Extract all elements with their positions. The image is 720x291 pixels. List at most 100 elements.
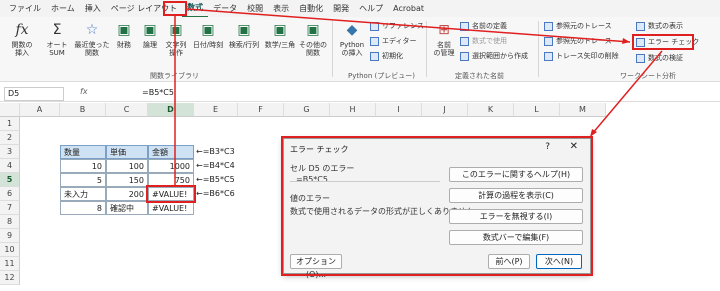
menu-insert[interactable]: 挿入 xyxy=(80,0,106,17)
col-header-h[interactable]: H xyxy=(330,103,376,117)
cell-d6[interactable]: #VALUE! xyxy=(148,201,194,215)
trace-precedents-button[interactable]: 参照元のトレース xyxy=(544,21,612,31)
py-init-label: 初期化 xyxy=(382,52,403,60)
show-formulas-icon xyxy=(636,21,645,31)
editor-icon xyxy=(370,36,379,46)
row-header-9[interactable]: 9 xyxy=(0,229,20,243)
col-header-g[interactable]: G xyxy=(284,103,330,117)
fx-label[interactable]: fx xyxy=(80,87,88,96)
cell-c6[interactable]: 確認中 xyxy=(106,201,148,215)
math-label: 数学/三角 xyxy=(264,41,296,49)
col-header-d[interactable]: D xyxy=(148,103,194,117)
python-reference-button[interactable]: リファレンス xyxy=(370,21,424,31)
row-header-7[interactable]: 7 xyxy=(0,201,20,215)
python-init-button[interactable]: 初期化 xyxy=(370,51,403,61)
cell-c4[interactable]: 150 xyxy=(106,173,148,187)
evaluate-formula-button[interactable]: 数式の検証 xyxy=(636,53,683,63)
row-header-6[interactable]: 6 xyxy=(0,187,20,201)
menu-file[interactable]: ファイル xyxy=(4,0,46,17)
autosum-button[interactable]: Σ オート SUM xyxy=(42,21,72,57)
header-price[interactable]: 単価 xyxy=(106,145,148,159)
col-header-k[interactable]: K xyxy=(468,103,514,117)
row-header-3[interactable]: 3 xyxy=(0,145,20,159)
menu-help[interactable]: ヘルプ xyxy=(354,0,388,17)
create-from-selection-button[interactable]: 選択範囲から作成 xyxy=(460,51,528,61)
cell-b5[interactable]: 未入力 xyxy=(60,187,106,201)
col-header-a[interactable]: A xyxy=(20,103,60,117)
create-from-selection-icon xyxy=(460,51,469,61)
insert-function-button[interactable]: fx 関数の 挿入 xyxy=(8,21,36,57)
trace-dependents-icon xyxy=(544,36,553,46)
select-all-corner[interactable] xyxy=(0,103,20,117)
book-icon-date: ▣ xyxy=(201,22,215,38)
tag-icon: ⊞ xyxy=(438,22,450,38)
col-header-m[interactable]: M xyxy=(560,103,606,117)
cell-c5[interactable]: 200 xyxy=(106,187,148,201)
note-d3: ←=B3*C3 xyxy=(196,147,235,156)
other-functions-button[interactable]: ▣ その他の 関数 xyxy=(298,21,328,57)
row-header-1[interactable]: 1 xyxy=(0,117,20,131)
menu-view[interactable]: 表示 xyxy=(268,0,294,17)
cell-c3[interactable]: 100 xyxy=(106,159,148,173)
menu-home[interactable]: ホーム xyxy=(46,0,80,17)
group-python-label: Python (プレビュー) xyxy=(348,72,415,80)
col-header-j[interactable]: J xyxy=(422,103,468,117)
remove-arrows-button[interactable]: トレース矢印の削除 xyxy=(544,51,619,61)
row-header-2[interactable]: 2 xyxy=(0,131,20,145)
recent-functions-button[interactable]: ☆ 最近使った 関数 xyxy=(74,21,110,57)
dialog-highlight xyxy=(281,136,593,276)
show-formulas-button[interactable]: 数式の表示 xyxy=(636,21,683,31)
menu-review[interactable]: 校閲 xyxy=(242,0,268,17)
text-button[interactable]: ▣ 文字列 操作 xyxy=(162,21,190,57)
cell-b6[interactable]: 8 xyxy=(60,201,106,215)
remove-arrows-label: トレース矢印の削除 xyxy=(556,52,619,60)
menu-developer[interactable]: 開発 xyxy=(328,0,354,17)
lookup-label: 検索/行列 xyxy=(228,41,260,49)
python-insert-button[interactable]: ◆ Python の挿入 xyxy=(336,21,368,57)
create-from-selection-label: 選択範囲から作成 xyxy=(472,52,528,60)
menu-acrobat[interactable]: Acrobat xyxy=(388,0,429,17)
use-in-formula-label: 数式で使用 xyxy=(472,37,507,45)
define-name-button[interactable]: 名前の定義 xyxy=(460,21,507,31)
financial-button[interactable]: ▣ 財務 xyxy=(112,21,136,49)
trace-dependents-button[interactable]: 参照先のトレース xyxy=(544,36,612,46)
py-ref-label: リファレンス xyxy=(382,22,424,30)
col-header-l[interactable]: L xyxy=(514,103,560,117)
col-header-f[interactable]: F xyxy=(238,103,284,117)
reference-icon xyxy=(370,21,379,31)
col-header-e[interactable]: E xyxy=(194,103,238,117)
python-editor-button[interactable]: エディター xyxy=(370,36,417,46)
row-header-10[interactable]: 10 xyxy=(0,243,20,257)
recent-label: 最近使った 関数 xyxy=(74,41,110,57)
insert-function-label: 関数の 挿入 xyxy=(11,41,33,57)
remove-arrows-icon xyxy=(544,51,553,61)
book-icon-other: ▣ xyxy=(306,22,320,38)
col-header-i[interactable]: I xyxy=(376,103,422,117)
cell-d3[interactable]: 1000 xyxy=(148,159,194,173)
header-qty[interactable]: 数量 xyxy=(60,145,106,159)
col-header-b[interactable]: B xyxy=(60,103,106,117)
row-header-5[interactable]: 5 xyxy=(0,173,20,187)
evaluate-formula-label: 数式の検証 xyxy=(648,54,683,62)
row-header-8[interactable]: 8 xyxy=(0,215,20,229)
menu-data[interactable]: データ xyxy=(208,0,242,17)
col-header-c[interactable]: C xyxy=(106,103,148,117)
cell-b4[interactable]: 5 xyxy=(60,173,106,187)
row-header-11[interactable]: 11 xyxy=(0,257,20,271)
use-in-formula-button[interactable]: 数式で使用 xyxy=(460,36,507,46)
row-header-4[interactable]: 4 xyxy=(0,159,20,173)
show-formulas-label: 数式の表示 xyxy=(648,22,683,30)
math-button[interactable]: ▣ 数学/三角 xyxy=(262,21,298,49)
name-manager-button[interactable]: ⊞ 名前 の管理 xyxy=(430,21,458,57)
lookup-button[interactable]: ▣ 検索/行列 xyxy=(226,21,262,49)
row-header-12[interactable]: 12 xyxy=(0,271,20,285)
name-box[interactable]: D5 xyxy=(4,87,64,101)
define-name-icon xyxy=(460,21,469,31)
menu-automate[interactable]: 自動化 xyxy=(294,0,328,17)
datetime-button[interactable]: ▣ 日付/時刻 xyxy=(190,21,226,49)
book-icon-math: ▣ xyxy=(273,22,287,38)
formula-input[interactable]: =B5*C5 xyxy=(142,88,174,97)
cell-b3[interactable]: 10 xyxy=(60,159,106,173)
header-amount[interactable]: 金額 xyxy=(148,145,194,159)
logical-button[interactable]: ▣ 論理 xyxy=(138,21,162,49)
